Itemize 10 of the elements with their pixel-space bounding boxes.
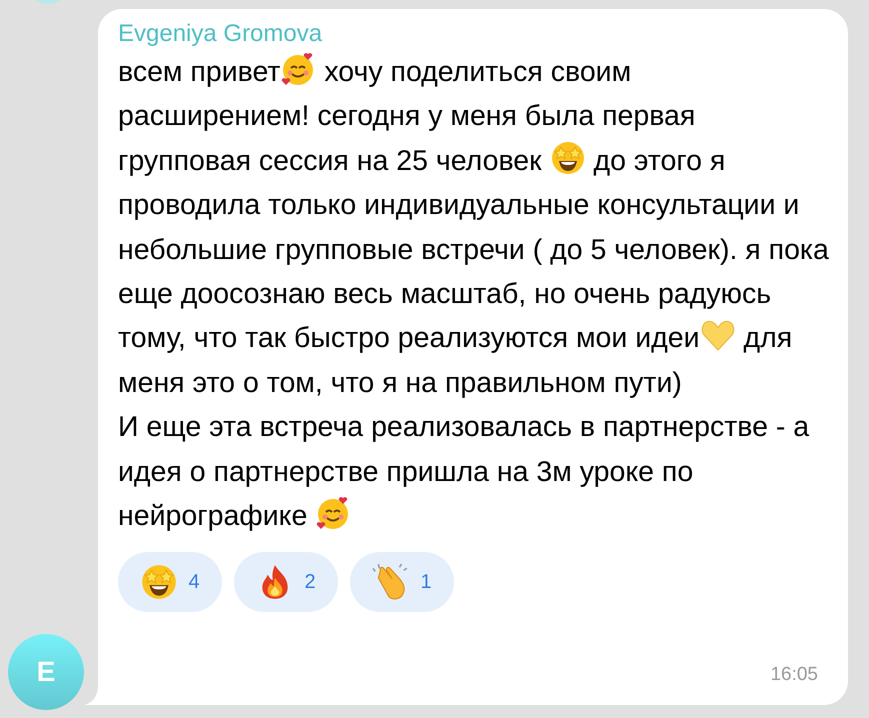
sender-name: Evgeniya Gromova bbox=[118, 19, 324, 49]
message-text: И еще эта встреча реализовалась в партнерстве - а идея о партнерстве пришла на 3м уроке по нейрографике bbox=[118, 410, 810, 534]
reaction-chip[interactable]: 2 bbox=[234, 552, 338, 612]
avatar-initial: E bbox=[36, 655, 56, 689]
reaction-chip[interactable]: 1 bbox=[350, 552, 454, 612]
star-eyes-face-icon bbox=[140, 563, 178, 602]
message-time: 16:05 bbox=[770, 662, 818, 686]
reaction-chip[interactable]: 4 bbox=[118, 552, 222, 612]
star-eyes-face-icon bbox=[550, 140, 586, 176]
message-text: всем привет хочу поделиться своим расширением! сегодня у меня была первая групповая сессия на 25 человек до этого я проводила только индивидуальные консультации и небольшие групповые встречи ( до 5 человек). я пока еще доосознаю весь масштаб, но очень радуюсь тому, что так быстро реализуются мои идеи для меня это о том, что я на правильном пути) bbox=[118, 50, 830, 406]
